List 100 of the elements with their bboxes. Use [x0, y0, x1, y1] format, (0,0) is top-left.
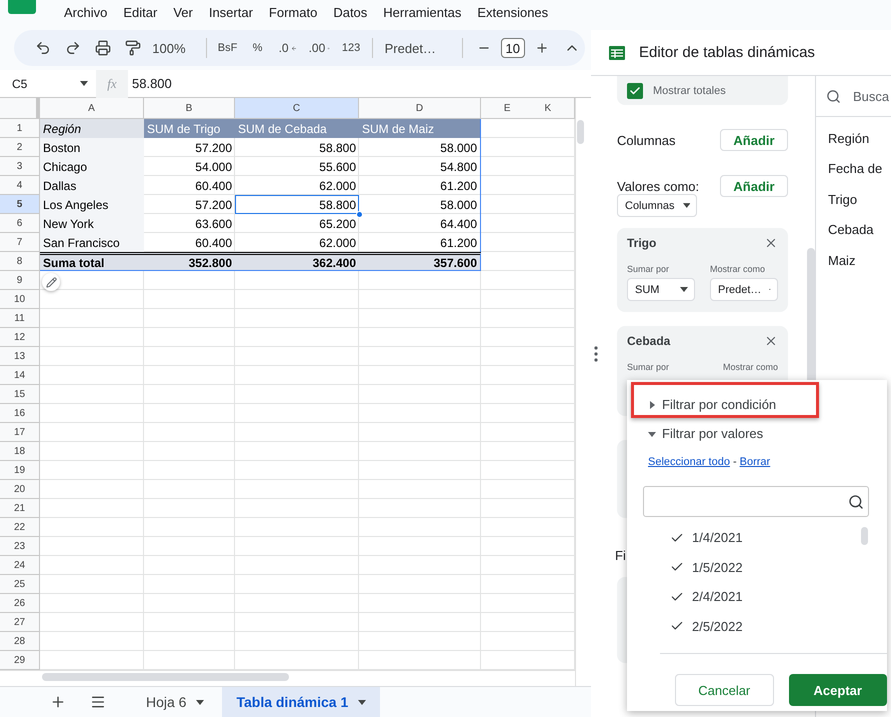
sheet-tab[interactable]: Hoja 6 [132, 686, 218, 717]
row-number: 25 [0, 575, 40, 594]
field-label: Mostrar como [722, 362, 778, 372]
format-button[interactable]: 123 [338, 34, 364, 62]
select-all-link[interactable]: Seleccionar todo [648, 456, 730, 468]
value-item[interactable]: 2/4/2021 [648, 582, 878, 612]
table-cell-text: 63.600 [194, 216, 233, 232]
row-number: 18 [0, 442, 40, 461]
close-icon[interactable] [764, 334, 778, 348]
pencil-icon[interactable] [42, 273, 60, 291]
menu-item[interactable]: Herramientas [375, 4, 470, 20]
table-cell: Los Angeles [40, 195, 144, 214]
row-number: 9 [0, 271, 40, 290]
column-header: A [40, 98, 144, 119]
checkbox[interactable] [627, 82, 643, 98]
format-button[interactable]: % [244, 34, 271, 62]
name-box[interactable]: C5 [0, 76, 96, 90]
table-cell-text: 57.200 [194, 140, 233, 156]
table-cell-text: 62.000 [318, 234, 357, 252]
table-header-cell: SUM de Maiz [359, 119, 481, 138]
table-cell: 54.800 [359, 157, 481, 176]
values-dropdown[interactable]: Columnas [617, 194, 697, 217]
caret-icon [648, 430, 656, 438]
table-cell-text: 58.800 [318, 140, 357, 156]
section-label: Fi [615, 548, 626, 563]
table-cell-text: 55.600 [318, 158, 357, 176]
table-cell-text: 57.200 [194, 196, 233, 214]
field-item[interactable]: Fecha de [816, 154, 891, 184]
value-item[interactable]: 2/5/2022 [648, 612, 878, 641]
format-button[interactable]: .0 [274, 34, 301, 62]
font-size-field[interactable]: 10 [500, 38, 526, 58]
separator-dash: - [732, 456, 737, 468]
row-number: 11 [0, 309, 40, 328]
font-dropdown[interactable]: Predet… [380, 34, 454, 62]
format-button[interactable]: .00 [304, 34, 334, 62]
menu-item[interactable]: Extensiones [469, 4, 556, 20]
add-button[interactable]: Añadir [720, 129, 788, 151]
table-cell: 61.200 [359, 176, 481, 195]
column-header: D [359, 98, 481, 119]
menu-item[interactable]: Editar [115, 4, 166, 20]
menu-item[interactable]: Insertar [200, 4, 261, 20]
row-number: 16 [0, 404, 40, 423]
field-item[interactable]: Región [816, 123, 891, 154]
table-cell: San Francisco [40, 233, 144, 252]
row-number: 22 [0, 518, 40, 537]
selection-handle[interactable] [356, 211, 363, 218]
value-item[interactable]: 1/4/2021 [648, 523, 878, 552]
row-number: 6 [0, 214, 40, 233]
close-icon[interactable] [764, 236, 778, 250]
table-header-cell: SUM de Cebada [235, 119, 359, 138]
dropdown-arrow-icon [196, 700, 204, 704]
table-cell: 362.400 [235, 252, 359, 271]
dropdown-arrow-icon [80, 81, 88, 86]
row-number: 15 [0, 385, 40, 404]
row-number: 5 [0, 195, 40, 214]
table-cell: 64.400 [359, 214, 481, 233]
accept-button[interactable]: Aceptar [788, 674, 887, 706]
more-icon[interactable] [594, 346, 598, 362]
checkbox-label: Mostrar totales [653, 84, 726, 96]
table-header-cell: SUM de Trigo [144, 119, 235, 138]
row-number: 20 [0, 480, 40, 499]
card-title: Trigo [627, 236, 656, 250]
add-button[interactable]: Añadir [720, 175, 788, 197]
table-cell-text: 60.400 [194, 234, 233, 252]
scrollbar-thumb[interactable] [42, 673, 289, 681]
table-cell: Suma total [40, 252, 144, 271]
summarize-dropdown[interactable]: SUM [627, 278, 695, 301]
table-cell: 58.000 [359, 138, 481, 157]
section-label: Columnas [617, 132, 676, 148]
column-header: B [144, 98, 235, 119]
cancel-button[interactable]: Cancelar [675, 674, 774, 706]
menu-item[interactable]: Archivo [56, 4, 116, 20]
value-item[interactable]: 1/5/2022 [648, 552, 878, 582]
show-as-dropdown[interactable]: Predet… [710, 278, 778, 301]
table-cell: 357.600 [359, 252, 481, 271]
filter-section[interactable]: Filtrar por valores [648, 419, 887, 448]
filter-section[interactable]: Filtrar por condición [648, 390, 887, 419]
sheet-tab[interactable]: Tabla dinámica 1 [222, 686, 380, 717]
clear-link[interactable]: Borrar [740, 456, 770, 468]
menu-item[interactable]: Formato [260, 4, 326, 20]
row-number: 7 [0, 233, 40, 252]
formula-value[interactable]: 58.800 [128, 76, 172, 91]
row-number: 24 [0, 556, 40, 575]
field-label: Sumar por [627, 264, 670, 274]
field-item[interactable]: Trigo [816, 184, 891, 214]
logo-icon [8, 0, 36, 14]
search-field[interactable] [643, 486, 869, 517]
zoom-dropdown[interactable]: 100% [150, 34, 198, 62]
column-header: C [235, 98, 359, 119]
row-number: 3 [0, 157, 40, 176]
field-item[interactable]: Cebada [816, 214, 891, 245]
scrollbar-thumb[interactable] [577, 120, 584, 144]
menu-item[interactable]: Datos [325, 4, 376, 20]
row-number: 14 [0, 366, 40, 385]
table-cell: 352.800 [144, 252, 235, 271]
field-item[interactable]: Maiz [816, 245, 891, 276]
row-number: 17 [0, 423, 40, 442]
menu-item[interactable]: Ver [165, 4, 201, 20]
format-button[interactable]: BsF [214, 34, 241, 62]
scrollbar-thumb[interactable] [861, 527, 868, 545]
